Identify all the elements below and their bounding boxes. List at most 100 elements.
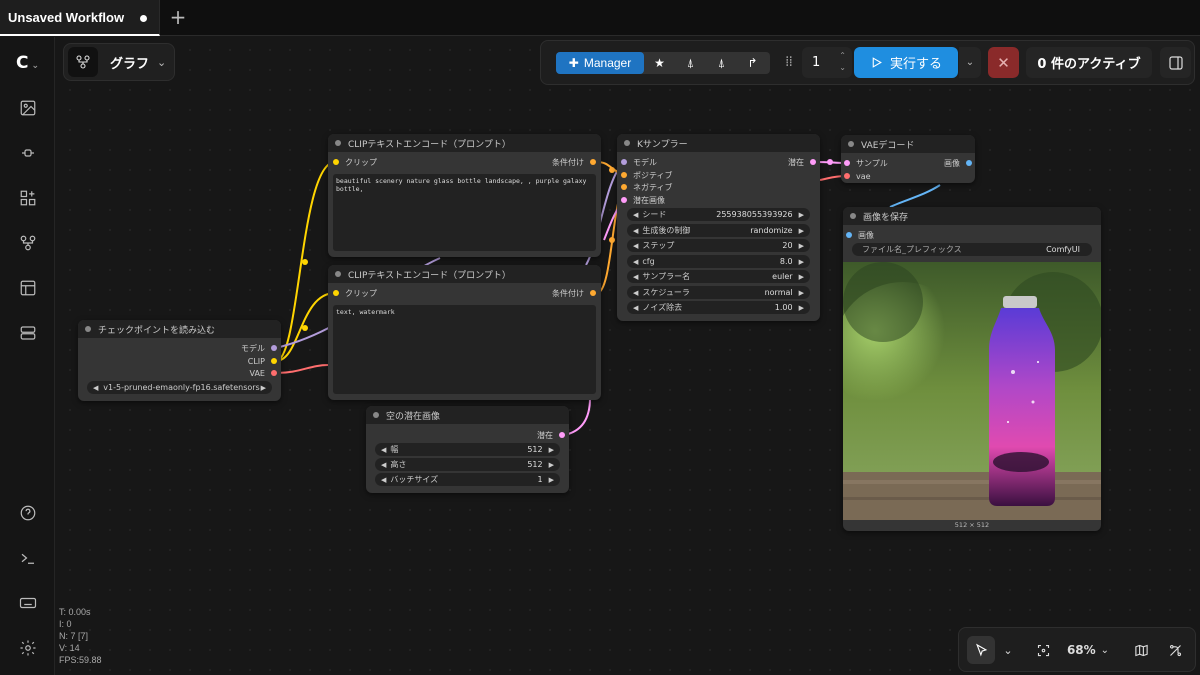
model-library-icon[interactable] (17, 142, 39, 164)
output-slot-vae[interactable]: VAE (250, 367, 277, 379)
widget-width[interactable]: ◀ 幅 512 ▶ (375, 443, 560, 456)
comfy-logo-icon[interactable]: C ⌄ (16, 53, 46, 73)
widget-ckpt-name[interactable]: ◀ v1-5-pruned-emaonly-fp16.safetensors ▶ (87, 381, 272, 394)
increment-arrow-icon[interactable]: ▶ (799, 304, 804, 312)
output-slot-image[interactable]: 画像 (944, 157, 972, 169)
widget-label: ファイル名_プレフィックス (862, 245, 962, 254)
decrement-arrow-icon[interactable]: ◀ (633, 227, 638, 235)
output-slot-latent[interactable]: 潜在 (537, 429, 565, 441)
widget-control-after-generate[interactable]: ◀ 生成後の制御 randomize ▶ (627, 224, 810, 237)
increment-arrow-icon[interactable]: ▶ (261, 384, 266, 392)
add-tab-button[interactable]: + (168, 7, 188, 27)
manager-button[interactable]: ✚ Manager (556, 52, 644, 74)
widget-batch-size[interactable]: ◀ バッチサイズ 1 ▶ (375, 473, 560, 486)
widget-cfg[interactable]: ◀ cfg 8.0 ▶ (627, 255, 810, 268)
input-slot-clip[interactable]: クリップ (333, 156, 377, 168)
run-options-chevron-icon[interactable]: ⌄ (959, 47, 981, 78)
model-download-icon[interactable]: ⍋ (675, 52, 706, 74)
widget-steps[interactable]: ◀ ステップ 20 ▶ (627, 239, 810, 252)
output-slot-latent[interactable]: 潜在 (788, 156, 816, 168)
increment-arrow-icon[interactable]: ▶ (549, 446, 554, 454)
increment-arrow-icon[interactable]: ▶ (549, 461, 554, 469)
cancel-run-button[interactable]: ✕ (988, 47, 1019, 78)
decrement-arrow-icon[interactable]: ◀ (633, 289, 638, 297)
terminal-icon[interactable] (17, 547, 39, 569)
node-empty-latent-image[interactable]: 空の潜在画像 潜在 ◀ 幅 512 ▶ ◀ 高さ 512 ▶ ◀ バッチサイズ 1 ▶ (366, 406, 569, 493)
keyboard-icon[interactable] (17, 592, 39, 614)
model-manager-icon[interactable]: ⍋ (706, 52, 737, 74)
widget-value: v1-5-pruned-emaonly-fp16.safetensors (103, 383, 260, 392)
increment-arrow-icon[interactable]: ▶ (799, 211, 804, 219)
minimap-icon[interactable] (1127, 636, 1155, 664)
stepper-arrows-icon[interactable]: ⌃ ⌄ (839, 50, 846, 74)
input-slot-clip[interactable]: クリップ (333, 287, 377, 299)
input-slot-samples[interactable]: サンプル (844, 157, 888, 169)
help-icon[interactable] (17, 502, 39, 524)
node-vae-decode[interactable]: VAEデコード サンプル vae 画像 (841, 135, 975, 183)
output-slot-model[interactable]: モデル (241, 342, 277, 354)
select-pointer-icon[interactable] (967, 636, 995, 664)
decrement-arrow-icon[interactable]: ◀ (93, 384, 98, 392)
share-icon[interactable]: ↱ (737, 52, 768, 74)
slot-label: サンプル (856, 158, 888, 168)
widget-denoise[interactable]: ◀ ノイズ除去 1.00 ▶ (627, 301, 810, 314)
node-library-icon[interactable] (17, 187, 39, 209)
node-ksampler[interactable]: Kサンプラー モデル ポジティブ ネガティブ 潜在画像 潜在 ◀ シード 25593… (617, 134, 820, 321)
canvas[interactable]: Unsaved Workflow + C ⌄ グラフ ⌄ ✚ Manager ★… (0, 0, 1200, 675)
zoom-level-button[interactable]: 68% ⌄ (1063, 636, 1113, 664)
widget-seed[interactable]: ◀ シード 255938055393926 ▶ (627, 208, 810, 221)
input-slot-model[interactable]: モデル (621, 156, 657, 168)
output-slot-clip[interactable]: CLIP (248, 355, 277, 367)
templates-icon[interactable] (17, 277, 39, 299)
input-slot-positive[interactable]: ポジティブ (621, 169, 673, 181)
fit-view-icon[interactable] (1029, 636, 1057, 664)
queue-icon[interactable] (17, 322, 39, 344)
increment-arrow-icon[interactable]: ▶ (799, 273, 804, 281)
queue-count-stepper[interactable]: 1 ⌃ ⌄ (802, 47, 852, 78)
toggle-links-icon[interactable] (1161, 636, 1189, 664)
increment-arrow-icon[interactable]: ▶ (799, 289, 804, 297)
decrement-arrow-icon[interactable]: ◀ (633, 258, 638, 266)
widget-scheduler[interactable]: ◀ スケジューラ normal ▶ (627, 286, 810, 299)
toggle-panel-icon[interactable] (1160, 47, 1191, 78)
decrement-arrow-icon[interactable]: ◀ (381, 476, 386, 484)
settings-gear-icon[interactable] (17, 637, 39, 659)
increment-arrow-icon[interactable]: ▶ (799, 242, 804, 250)
increment-arrow-icon[interactable]: ▶ (549, 476, 554, 484)
decrement-arrow-icon[interactable]: ◀ (633, 211, 638, 219)
output-slot-conditioning[interactable]: 条件付け (552, 156, 596, 168)
slot-label: クリップ (345, 157, 377, 167)
prompt-textarea[interactable]: beautiful scenery nature glass bottle la… (333, 174, 596, 251)
node-save-image[interactable]: 画像を保存 画像 ファイル名_プレフィックス ComfyUI 512 × 512 (843, 207, 1101, 531)
chevron-down-icon[interactable]: ⌄ (999, 636, 1017, 664)
tab-workflow[interactable]: Unsaved Workflow (0, 0, 160, 36)
stat-time: T: 0.00s (59, 607, 91, 617)
prompt-textarea[interactable]: text, watermark (333, 305, 596, 394)
workflows-icon[interactable] (17, 232, 39, 254)
widget-filename-prefix[interactable]: ファイル名_プレフィックス ComfyUI (852, 243, 1092, 256)
generated-image-preview[interactable] (843, 262, 1101, 520)
input-slot-negative[interactable]: ネガティブ (621, 181, 673, 193)
decrement-arrow-icon[interactable]: ◀ (633, 304, 638, 312)
decrement-arrow-icon[interactable]: ◀ (381, 461, 386, 469)
input-slot-images[interactable]: 画像 (846, 229, 874, 241)
increment-arrow-icon[interactable]: ▶ (799, 227, 804, 235)
output-slot-conditioning[interactable]: 条件付け (552, 287, 596, 299)
widget-height[interactable]: ◀ 高さ 512 ▶ (375, 458, 560, 471)
input-slot-latent[interactable]: 潜在画像 (621, 194, 665, 206)
decrement-arrow-icon[interactable]: ◀ (633, 242, 638, 250)
graph-mode-button[interactable]: グラフ ⌄ (63, 43, 175, 81)
input-slot-vae[interactable]: vae (844, 170, 871, 182)
decrement-arrow-icon[interactable]: ◀ (633, 273, 638, 281)
run-button[interactable]: 実行する (854, 47, 958, 78)
widget-sampler-name[interactable]: ◀ サンプラー名 euler ▶ (627, 270, 810, 283)
increment-arrow-icon[interactable]: ▶ (799, 258, 804, 266)
node-checkpoint-loader[interactable]: チェックポイントを読み込む モデル CLIP VAE ◀ v1-5-pruned-… (78, 320, 281, 401)
active-queue-button[interactable]: 0 件のアクティブ (1026, 47, 1152, 78)
decrement-arrow-icon[interactable]: ◀ (381, 446, 386, 454)
node-clip-text-encode-negative[interactable]: CLIPテキストエンコード（プロンプト） クリップ 条件付け text, wat… (328, 265, 601, 400)
node-clip-text-encode-positive[interactable]: CLIPテキストエンコード（プロンプト） クリップ 条件付け beautiful… (328, 134, 601, 257)
star-icon[interactable]: ★ (644, 52, 675, 74)
image-gallery-icon[interactable] (17, 97, 39, 119)
drag-handle-icon[interactable]: ⁞⁞ (785, 54, 793, 70)
